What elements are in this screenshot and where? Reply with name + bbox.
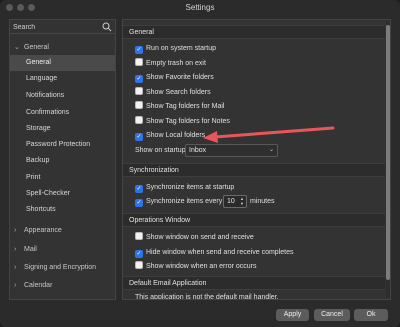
ok-button[interactable]: Ok <box>354 309 388 321</box>
stepper-down-icon[interactable]: ▼ <box>240 201 244 206</box>
settings-sidebar: ⌄General General Language Notifications … <box>9 19 116 300</box>
chevron-down-icon: ⌄ <box>14 44 20 51</box>
option-show-local-folders[interactable]: ✓ Show Local folders <box>135 130 205 142</box>
sidebar-group-signing[interactable]: › Signing and Encryption <box>14 260 115 276</box>
section-header-default-email: Default Email Application <box>123 276 385 290</box>
sidebar-item-notifications[interactable]: Notifications <box>10 88 115 104</box>
settings-window: Settings ⌄ General General Language Notif… <box>0 0 400 327</box>
sidebar-group-appearance[interactable]: › Appearance <box>14 223 115 239</box>
scrollbar-thumb[interactable] <box>386 25 390 280</box>
cancel-button[interactable]: Cancel <box>314 309 350 321</box>
show-on-startup-label: Show on startup: <box>135 147 188 154</box>
settings-scrollbar[interactable] <box>386 21 390 298</box>
option-show-window-send-receive[interactable]: Show window on send and receive <box>135 232 254 244</box>
chevron-right-icon: › <box>14 246 17 253</box>
checkbox-checked-icon[interactable]: ✓ <box>135 199 143 207</box>
sidebar-group-label: Mail <box>24 246 37 253</box>
checkbox-unchecked-icon[interactable] <box>135 87 143 95</box>
sidebar-item-storage[interactable]: Storage <box>10 121 115 137</box>
sidebar-group-label: Appearance <box>24 227 62 234</box>
sidebar-item-confirmations[interactable]: Confirmations <box>10 105 115 121</box>
sync-interval-stepper[interactable]: 10 ▲ ▼ <box>223 195 247 208</box>
sidebar-item-spell-checker[interactable]: Spell-Checker <box>10 186 115 202</box>
checkbox-unchecked-icon[interactable] <box>135 58 143 66</box>
sidebar-item-language[interactable]: Language <box>10 71 115 87</box>
checkbox-unchecked-icon[interactable] <box>135 101 143 109</box>
checkbox-checked-icon[interactable]: ✓ <box>135 250 143 258</box>
checkbox-checked-icon[interactable]: ✓ <box>135 75 143 83</box>
sidebar-group-mail[interactable]: › Mail <box>14 242 115 258</box>
select-value: Inbox <box>189 147 207 154</box>
option-sync-at-startup[interactable]: ✓ Synchronize items at startup <box>135 182 234 194</box>
checkbox-unchecked-icon[interactable] <box>135 261 143 269</box>
option-show-search-folders[interactable]: Show Search folders <box>135 87 211 99</box>
checkbox-unchecked-icon[interactable] <box>135 116 143 124</box>
chevron-right-icon: › <box>14 264 17 271</box>
option-show-tag-folders-mail[interactable]: Show Tag folders for Mail <box>135 101 224 113</box>
section-header-general: General <box>123 25 385 39</box>
option-empty-trash[interactable]: Empty trash on exit <box>135 58 206 70</box>
search-box <box>10 20 115 34</box>
option-hide-window-complete[interactable]: ✓ Hide window when send and receive compl… <box>135 247 293 259</box>
section-header-operations-window: Operations Window <box>123 213 385 227</box>
sync-interval-unit: minutes <box>250 198 275 205</box>
apply-button[interactable]: Apply <box>276 309 309 321</box>
title-bar: Settings <box>0 0 400 16</box>
sidebar-item-general[interactable]: General <box>10 55 115 71</box>
option-show-favorite-folders[interactable]: ✓ Show Favorite folders <box>135 72 214 84</box>
option-show-window-error[interactable]: Show window when an error occurs <box>135 261 257 273</box>
sidebar-item-shortcuts[interactable]: Shortcuts <box>10 202 115 218</box>
annotation-arrow-icon <box>203 126 335 143</box>
chevron-down-icon: ⌄ <box>268 147 274 153</box>
default-mail-status-text: This application is not the default mail… <box>135 294 279 300</box>
search-icon[interactable] <box>102 22 112 32</box>
settings-panel: General ✓ Run on system startup Empty tra… <box>122 19 391 300</box>
window-title: Settings <box>185 3 215 12</box>
sidebar-group-calendar[interactable]: › Calendar <box>14 278 115 294</box>
sidebar-group-label: Signing and Encryption <box>24 264 96 271</box>
checkbox-checked-icon[interactable]: ✓ <box>135 46 143 54</box>
option-sync-every[interactable]: ✓ Synchronize items every <box>135 196 222 208</box>
sidebar-group-label: General <box>24 44 49 51</box>
sidebar-item-print[interactable]: Print <box>10 170 115 186</box>
sidebar-group-label: Calendar <box>24 282 53 289</box>
section-header-synchronization: Synchronization <box>123 163 385 177</box>
chevron-right-icon: › <box>14 282 17 289</box>
checkbox-unchecked-icon[interactable] <box>135 232 143 240</box>
search-input[interactable] <box>13 22 101 32</box>
chevron-right-icon: › <box>14 227 17 234</box>
sidebar-group-general[interactable]: ⌄ General <box>14 40 115 56</box>
sync-interval-value: 10 <box>227 198 235 205</box>
show-on-startup-select[interactable]: Inbox ⌄ <box>185 144 278 157</box>
checkbox-checked-icon[interactable]: ✓ <box>135 185 143 193</box>
option-run-on-startup[interactable]: ✓ Run on system startup <box>135 43 216 55</box>
sidebar-item-backup[interactable]: Backup <box>10 153 115 169</box>
sidebar-item-password-protection[interactable]: Password Protection <box>10 137 115 153</box>
checkbox-checked-icon[interactable]: ✓ <box>135 133 143 141</box>
